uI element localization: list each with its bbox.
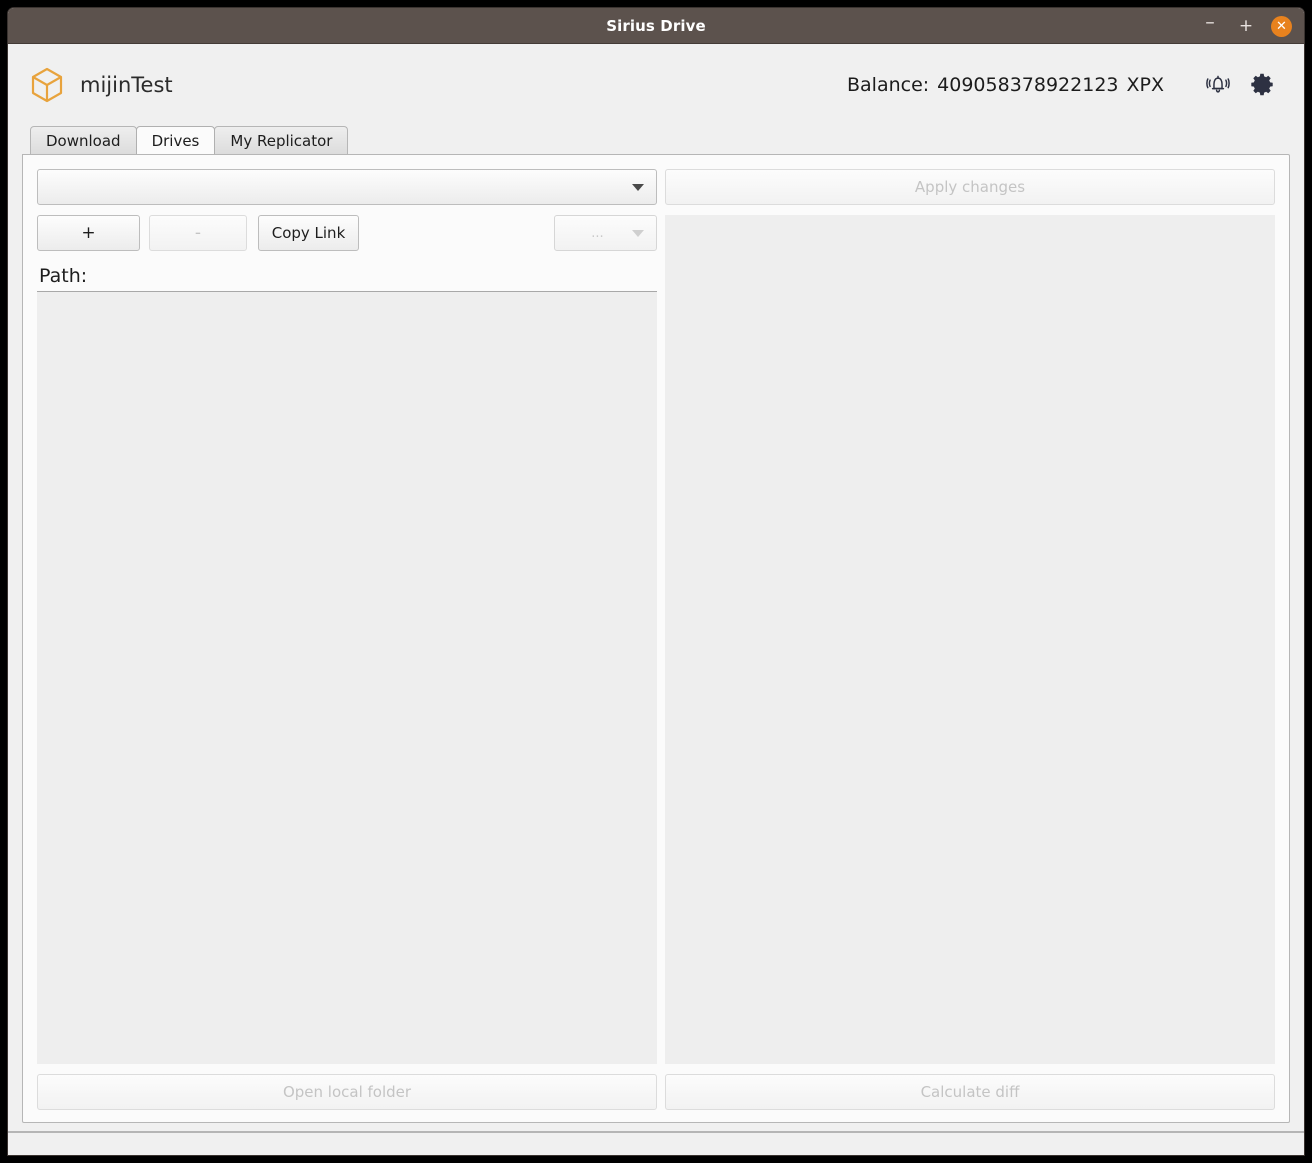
path-label: Path: [39,265,88,287]
window-resize-strip[interactable] [8,1131,1304,1155]
tab-download[interactable]: Download [30,126,137,154]
drives-tab-panel: + - Copy Link ... Path: Apply changes Op… [22,154,1290,1123]
window-title: Sirius Drive [606,16,706,35]
application-window: Sirius Drive – + ✕ mijinTest Balance: 409… [8,8,1304,1155]
minimize-button[interactable]: – [1199,13,1221,37]
tab-label: My Replicator [230,131,333,150]
gear-icon [1250,72,1274,99]
chevron-down-icon [632,183,644,191]
tab-my-replicator[interactable]: My Replicator [214,126,349,154]
local-files-list[interactable] [37,292,657,1064]
tab-drives[interactable]: Drives [135,126,216,154]
apply-changes-button[interactable]: Apply changes [665,169,1275,205]
calculate-diff-button[interactable]: Calculate diff [665,1074,1275,1110]
right-column: Apply changes [665,169,1275,1064]
open-local-folder-button[interactable]: Open local folder [37,1074,657,1110]
app-header: mijinTest Balance: 409058378922123 XPX [8,44,1304,126]
balance-amount: 409058378922123 [937,74,1119,96]
more-actions-select[interactable]: ... [554,215,657,251]
close-button[interactable]: ✕ [1271,15,1292,37]
drive-select[interactable] [37,169,657,205]
copy-link-button[interactable]: Copy Link [258,215,359,251]
chevron-down-icon [632,229,644,237]
brand: mijinTest [30,67,173,103]
title-bar: Sirius Drive – + ✕ [8,8,1304,44]
drives-columns: + - Copy Link ... Path: Apply changes [37,169,1275,1064]
drive-toolbar: + - Copy Link ... [37,215,657,251]
brand-name: mijinTest [80,73,173,97]
header-right: Balance: 409058378922123 XPX [847,63,1284,107]
settings-button[interactable] [1240,63,1284,107]
balance-label: Balance: [846,74,930,96]
tab-label: Download [46,131,121,150]
remove-drive-button[interactable]: - [149,215,247,251]
bottom-action-row: Open local folder Calculate diff [37,1074,1275,1110]
bell-icon [1205,72,1231,99]
balance-currency: XPX [1126,74,1165,96]
maximize-button[interactable]: + [1235,15,1257,37]
tab-strip: Download Drives My Replicator [8,126,1304,154]
cube-icon [30,67,64,103]
more-actions-label: ... [591,225,604,241]
balance-display: Balance: 409058378922123 XPX [847,74,1164,96]
window-controls: – + ✕ [1199,8,1292,44]
notifications-button[interactable] [1196,63,1240,107]
tab-label: Drives [151,131,200,150]
add-drive-button[interactable]: + [37,215,140,251]
left-column: + - Copy Link ... Path: [37,169,657,1064]
remote-files-list[interactable] [665,215,1275,1064]
